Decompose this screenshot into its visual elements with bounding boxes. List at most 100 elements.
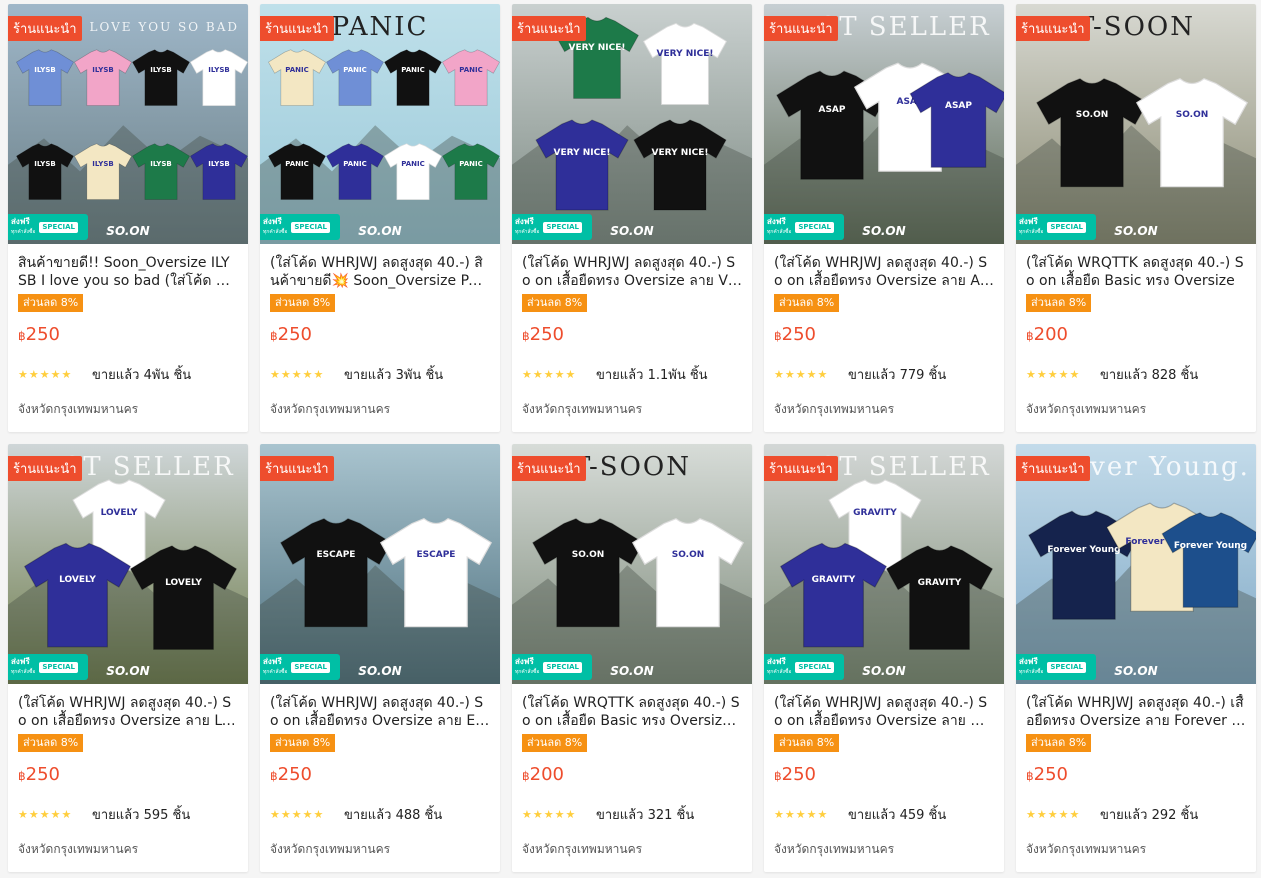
price-value: 250 — [1033, 764, 1068, 785]
product-image[interactable]: T-SOON SO.ON SO.ON ร้านแนะนำ ส่งฟรี ทุกคำสั่ง… — [1016, 4, 1256, 244]
product-title[interactable]: (ใส่โค้ด WHRJWJ ลดสูงสุด 40.-) สินค้าขาย… — [270, 254, 490, 290]
product-info: (ใส่โค้ด WHRJWJ ลดสูงสุด 40.-) So on เสื… — [512, 244, 752, 419]
discount-badge: ส่วนลด 8% — [18, 294, 84, 312]
product-info: (ใส่โค้ด WHRJWJ ลดสูงสุด 40.-) So on เสื… — [8, 684, 248, 859]
tshirt-image: SO.ON — [628, 504, 748, 639]
tshirt-image: PANIC — [266, 136, 328, 206]
free-shipping-sub: ทุกคำสั่งซื้อ — [11, 229, 36, 235]
shop-location: จังหวัดกรุงเทพมหานคร — [1026, 842, 1147, 856]
free-shipping-sub: ทุกคำสั่งซื้อ — [515, 229, 540, 235]
product-card[interactable]: BEST SELLER ASAP ASAP ASAP ร้านแนะนำ ส่งฟรี ทุ… — [764, 4, 1004, 432]
product-info: (ใส่โค้ด WHRJWJ ลดสูงสุด 40.-) เสื้อยืดท… — [1016, 684, 1256, 859]
tshirt-image: PANIC — [382, 136, 444, 206]
free-shipping-sub: ทุกคำสั่งซื้อ — [1019, 669, 1044, 675]
tshirt-image: ILYSB — [188, 136, 248, 206]
currency-symbol: ฿ — [774, 329, 782, 343]
tshirt-image: SO.ON — [1132, 64, 1252, 199]
star-rating-icon: ★★★★★ — [522, 367, 577, 381]
product-image[interactable]: T-SOON SO.ON SO.ON ร้านแนะนำ ส่งฟรี ทุกคำสั่ง… — [512, 444, 752, 684]
tshirt-image: ILYSB — [14, 42, 76, 112]
product-image[interactable]: VERY NICE! VERY NICE! VERY NICE! VERY NICE!… — [512, 4, 752, 244]
tshirt-print: ILYSB — [208, 159, 230, 168]
product-image[interactable]: Forever Young. Forever Young Forever Young… — [1016, 444, 1256, 684]
free-shipping-icon: ส่งฟรีทุกคำสั่งซื้อ — [263, 217, 287, 237]
tshirt-print: ILYSB — [34, 65, 56, 74]
free-shipping-badge: ส่งฟรี ทุกคำสั่งซื้อ SPECIAL — [260, 214, 340, 240]
tshirt-image: LOVELY — [126, 539, 241, 654]
product-title[interactable]: (ใส่โค้ด WHRJWJ ลดสูงสุด 40.-) So on เสื… — [270, 694, 490, 730]
recommended-shop-badge: ร้านแนะนำ — [512, 456, 586, 481]
shop-location: จังหวัดกรุงเทพมหานคร — [18, 402, 139, 416]
free-shipping-icon: ส่งฟรี ทุกคำสั่งซื้อ — [263, 657, 287, 677]
shop-location: จังหวัดกรุงเทพมหานคร — [270, 842, 391, 856]
tshirt-print: PANIC — [401, 65, 425, 74]
tshirt-print: ILYSB — [34, 159, 56, 168]
sold-count: ขายแล้ว 595 ชิ้น — [92, 807, 191, 823]
product-image[interactable]: I LOVE YOU SO BAD ILYSB ILYSB ILYSB ILYSB ILY… — [8, 4, 248, 244]
product-price: ฿250 — [18, 764, 238, 786]
tshirt-print: VERY NICE! — [568, 42, 626, 53]
star-rating-icon: ★★★★★ — [18, 807, 73, 821]
product-title[interactable]: (ใส่โค้ด WHRJWJ ลดสูงสุด 40.-) So on เสื… — [774, 254, 994, 290]
free-shipping-sub: ทุกคำสั่งซื้อ — [767, 669, 792, 675]
sold-count: ขายแล้ว 321 ชิ้น — [596, 807, 695, 823]
product-card[interactable]: T-SOON SO.ON SO.ON ร้านแนะนำ ส่งฟรี ทุกคำสั่ง… — [1016, 4, 1256, 432]
tshirt-image: VERY NICE! — [630, 114, 730, 214]
free-shipping-label: ส่งฟรี — [11, 217, 30, 226]
product-image[interactable]: PANIC PANIC PANIC PANIC PANIC PANIC PANIC PANIC… — [260, 4, 500, 244]
product-image[interactable]: BEST SELLER ASAP ASAP ASAP ร้านแนะนำ ส่งฟรี ทุ… — [764, 4, 1004, 244]
free-shipping-badge: ส่งฟรีทุกคำสั่งซื้อ SPECIAL — [512, 214, 592, 240]
free-shipping-badge: ส่งฟรี ทุกคำสั่งซื้อ SPECIAL — [512, 654, 592, 680]
product-card[interactable]: BEST SELLER LOVELY LOVELY LOVELY ร้านแนะนำ ส่… — [8, 444, 248, 872]
free-shipping-label: ส่งฟรี — [263, 217, 282, 226]
product-image[interactable]: BEST SELLER GRAVITY GRAVITY GRAVITY ร้านแนะน… — [764, 444, 1004, 684]
rating-row: ★★★★★ ขายแล้ว 459 ชิ้น — [774, 806, 994, 823]
product-card[interactable]: PANIC PANIC PANIC PANIC PANIC PANIC PANIC PANIC… — [260, 4, 500, 432]
recommended-shop-badge: ร้านแนะนำ — [260, 456, 334, 481]
free-shipping-label: ส่งฟรี — [767, 217, 786, 226]
free-shipping-label: ส่งฟรี — [515, 217, 534, 226]
free-shipping-sub: ทุกคำสั่งซื้อ — [767, 229, 792, 235]
currency-symbol: ฿ — [270, 329, 278, 343]
product-title[interactable]: (ใส่โค้ด WRQTTK ลดสูงสุด 40.-) So on เสื… — [522, 694, 742, 730]
product-title[interactable]: (ใส่โค้ด WHRJWJ ลดสูงสุด 40.-) So on เสื… — [18, 694, 238, 730]
free-shipping-icon: ส่งฟรี ทุกคำสั่งซื้อ — [515, 657, 539, 677]
tshirt-print: VERY NICE! — [553, 148, 611, 158]
tshirt-image: ILYSB — [130, 136, 192, 206]
price-value: 200 — [1033, 324, 1068, 345]
product-card[interactable]: T-SOON SO.ON SO.ON ร้านแนะนำ ส่งฟรี ทุกคำสั่ง… — [512, 444, 752, 872]
tshirt-print: ILYSB — [208, 65, 230, 74]
product-image[interactable]: BEST SELLER LOVELY LOVELY LOVELY ร้านแนะนำ ส่… — [8, 444, 248, 684]
product-title[interactable]: (ใส่โค้ด WHRJWJ ลดสูงสุด 40.-) So on เสื… — [522, 254, 742, 290]
product-card[interactable]: Forever Young. Forever Young Forever Young… — [1016, 444, 1256, 872]
product-title[interactable]: (ใส่โค้ด WHRJWJ ลดสูงสุด 40.-) So on เสื… — [774, 694, 994, 730]
discount-badge: ส่วนลด 8% — [270, 294, 336, 312]
tshirt-print: PANIC — [285, 65, 309, 74]
product-price: ฿250 — [1026, 764, 1246, 786]
product-card[interactable]: BEST SELLER GRAVITY GRAVITY GRAVITY ร้านแนะน… — [764, 444, 1004, 872]
product-price: ฿250 — [270, 324, 490, 346]
product-price: ฿200 — [522, 764, 742, 786]
product-title[interactable]: (ใส่โค้ด WHRJWJ ลดสูงสุด 40.-) เสื้อยืดท… — [1026, 694, 1246, 730]
special-label: SPECIAL — [543, 221, 582, 233]
product-image[interactable]: ESCAPE ESCAPE ร้านแนะนำ ส่งฟรี ทุกคำสั่งซื้อ… — [260, 444, 500, 684]
star-rating-icon: ★★★★★ — [18, 367, 73, 381]
special-label: SPECIAL — [39, 221, 78, 233]
free-shipping-label: ส่งฟรี — [1019, 657, 1038, 666]
product-title[interactable]: (ใส่โค้ด WRQTTK ลดสูงสุด 40.-) So on เสื… — [1026, 254, 1246, 290]
tshirt-print: ILYSB — [92, 65, 114, 74]
free-shipping-sub: ทุกคำสั่งซื้อ — [263, 229, 288, 235]
product-card[interactable]: I LOVE YOU SO BAD ILYSB ILYSB ILYSB ILYSB ILY… — [8, 4, 248, 432]
free-shipping-badge: ส่งฟรี ทุกคำสั่งซื้อ SPECIAL — [1016, 214, 1096, 240]
product-card[interactable]: VERY NICE! VERY NICE! VERY NICE! VERY NICE!… — [512, 4, 752, 432]
free-shipping-badge: ส่งฟรี ทุกคำสั่งซื้อ SPECIAL — [764, 654, 844, 680]
product-grid: I LOVE YOU SO BAD ILYSB ILYSB ILYSB ILYSB ILY… — [8, 4, 1257, 872]
tshirt-image: ESCAPE — [376, 504, 496, 639]
product-card[interactable]: ESCAPE ESCAPE ร้านแนะนำ ส่งฟรี ทุกคำสั่งซื้อ… — [260, 444, 500, 872]
product-title[interactable]: สินค้าขายดี!! Soon_Oversize ILYSB I love… — [18, 254, 238, 290]
free-shipping-icon: ส่งฟรี ทุกคำสั่งซื้อ — [767, 657, 791, 677]
tshirt-print: PANIC — [343, 159, 367, 168]
tshirt-image: ILYSB — [14, 136, 76, 206]
tshirt-image: GRAVITY — [882, 539, 997, 654]
sold-count: ขายแล้ว 4พัน ชิ้น — [92, 367, 192, 383]
